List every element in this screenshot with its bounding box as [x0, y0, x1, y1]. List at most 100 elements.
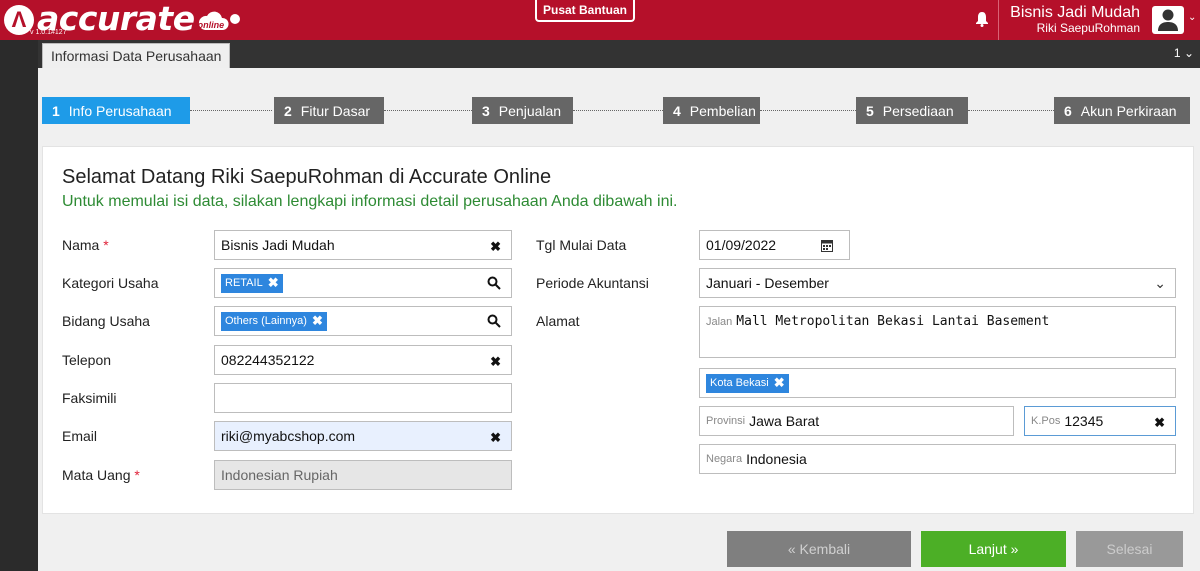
step-connector	[760, 110, 856, 111]
provinsi-value: Jawa Barat	[749, 413, 820, 429]
faksimili-label: Faksimili	[62, 390, 117, 406]
search-icon[interactable]	[487, 276, 501, 290]
step-connector	[573, 110, 663, 111]
step-label: Info Perusahaan	[68, 102, 172, 119]
tab-company-info[interactable]: Informasi Data Perusahaan	[42, 43, 231, 68]
bidang-field[interactable]: Others (Lainnya) ✖	[214, 306, 512, 336]
clear-icon[interactable]: ✖	[490, 430, 501, 446]
chevron-down-icon[interactable]: ⌄	[1188, 12, 1196, 23]
kategori-field[interactable]: RETAIL ✖	[214, 268, 512, 298]
mata-uang-field: Indonesian Rupiah	[214, 460, 512, 490]
step-number: 2	[284, 102, 292, 119]
negara-value: Indonesia	[746, 451, 807, 467]
step-number: 6	[1064, 102, 1072, 119]
kpos-value: 12345	[1064, 413, 1104, 429]
kategori-tag-text: RETAIL	[225, 277, 263, 289]
back-button[interactable]: « Kembali	[727, 531, 911, 567]
periode-label: Periode Akuntansi	[536, 275, 649, 291]
tgl-mulai-field[interactable]: 01/09/2022	[699, 230, 850, 260]
accurate-logo[interactable]: Λ accurate online v 1.0.1#127	[4, 0, 229, 40]
remove-tag-icon[interactable]: ✖	[774, 375, 785, 391]
tgl-mulai-value: 01/09/2022	[706, 237, 777, 253]
cloud-icon: online	[197, 8, 229, 32]
faksimili-field[interactable]	[214, 383, 512, 413]
nama-label: Nama *	[62, 237, 109, 253]
step-number: 5	[866, 102, 874, 119]
nama-label-text: Nama	[62, 237, 100, 253]
step-connector	[968, 110, 1054, 111]
step-pembelian[interactable]: 4 Pembelian	[663, 97, 760, 124]
mata-uang-value: Indonesian Rupiah	[221, 467, 338, 483]
alamat-label: Alamat	[536, 313, 580, 329]
negara-prefix: Negara	[706, 453, 743, 465]
periode-select[interactable]: Januari - Desember ⌄	[699, 268, 1176, 298]
step-label: Fitur Dasar	[300, 102, 371, 119]
telepon-label: Telepon	[62, 352, 112, 368]
periode-value: Januari - Desember	[706, 275, 829, 291]
kpos-prefix: K.Pos	[1031, 415, 1061, 427]
tab-strip: Informasi Data Perusahaan 1 ⌄	[38, 40, 1200, 68]
kota-tag-text: Kota Bekasi	[710, 377, 769, 389]
kpos-field[interactable]: K.Pos 12345 ✖	[1024, 406, 1176, 436]
calendar-icon[interactable]	[821, 239, 833, 252]
jalan-textarea[interactable]: Jalan Mall Metropolitan Bekasi Lantai Ba…	[699, 306, 1176, 358]
step-label: Pembelian	[689, 102, 756, 119]
telepon-field[interactable]: 082244352122 ✖	[214, 345, 512, 375]
jalan-value: Mall Metropolitan Bekasi Lantai Basement	[736, 314, 1050, 329]
email-value: riki@myabcshop.com	[221, 428, 356, 444]
telepon-value: 082244352122	[221, 352, 315, 368]
user-name: Riki SaepuRohman	[1036, 21, 1140, 35]
version-label: v 1.0.1#127	[30, 29, 67, 36]
step-number: 3	[482, 102, 490, 119]
user-info[interactable]: Bisnis Jadi Mudah Riki SaepuRohman	[998, 0, 1140, 40]
tgl-mulai-label: Tgl Mulai Data	[536, 237, 627, 253]
bidang-tag-text: Others (Lainnya)	[225, 315, 307, 327]
step-number: 4	[673, 102, 681, 119]
avatar[interactable]	[1152, 6, 1184, 34]
provinsi-field[interactable]: Provinsi Jawa Barat	[699, 406, 1014, 436]
step-number: 1	[52, 102, 60, 119]
mata-uang-label-text: Mata Uang	[62, 467, 131, 483]
clear-icon[interactable]: ✖	[1154, 415, 1165, 431]
step-connector	[384, 110, 472, 111]
clear-icon[interactable]: ✖	[490, 354, 501, 370]
step-persediaan[interactable]: 5 Persediaan	[856, 97, 968, 124]
step-penjualan[interactable]: 3 Penjualan	[472, 97, 573, 124]
status-dot	[230, 14, 240, 24]
tab-count-value: 1	[1173, 46, 1181, 60]
next-button[interactable]: Lanjut »	[921, 531, 1066, 567]
kota-tag[interactable]: Kota Bekasi ✖	[706, 373, 789, 393]
company-name: Bisnis Jadi Mudah	[1010, 4, 1140, 21]
top-bar: Λ accurate online v 1.0.1#127 Pusat Bant…	[0, 0, 1200, 40]
bell-icon[interactable]	[975, 11, 989, 27]
required-mark: *	[134, 467, 140, 483]
step-akun-perkiraan[interactable]: 6 Akun Perkiraan	[1054, 97, 1190, 124]
step-fitur-dasar[interactable]: 2 Fitur Dasar	[274, 97, 384, 124]
step-info-perusahaan[interactable]: 1 Info Perusahaan	[42, 97, 190, 124]
help-center-button[interactable]: Pusat Bantuan	[535, 0, 636, 22]
chevron-down-icon[interactable]: ⌄	[1154, 275, 1166, 292]
step-connector	[190, 110, 272, 111]
kategori-label: Kategori Usaha	[62, 275, 159, 291]
tab-count[interactable]: 1 ⌄	[1174, 46, 1194, 60]
remove-tag-icon[interactable]: ✖	[312, 313, 323, 329]
bidang-label: Bidang Usaha	[62, 313, 150, 329]
nama-value: Bisnis Jadi Mudah	[221, 237, 335, 253]
mata-uang-label: Mata Uang *	[62, 467, 140, 483]
step-label: Penjualan	[498, 102, 562, 119]
step-label: Persediaan	[882, 102, 954, 119]
logo-online: online	[197, 20, 225, 30]
kategori-tag[interactable]: RETAIL ✖	[221, 273, 283, 293]
negara-field[interactable]: Negara Indonesia	[699, 444, 1176, 474]
required-mark: *	[103, 237, 109, 253]
provinsi-prefix: Provinsi	[706, 415, 746, 427]
welcome-title: Selamat Datang Riki SaepuRohman di Accur…	[62, 166, 552, 188]
bidang-tag[interactable]: Others (Lainnya) ✖	[221, 311, 327, 331]
nama-field[interactable]: Bisnis Jadi Mudah ✖	[214, 230, 512, 260]
clear-icon[interactable]: ✖	[490, 239, 501, 255]
finish-button[interactable]: Selesai	[1076, 531, 1183, 567]
remove-tag-icon[interactable]: ✖	[268, 275, 279, 291]
kota-field[interactable]: Kota Bekasi ✖	[699, 368, 1176, 398]
email-field[interactable]: riki@myabcshop.com ✖	[214, 421, 512, 451]
search-icon[interactable]	[487, 314, 501, 328]
